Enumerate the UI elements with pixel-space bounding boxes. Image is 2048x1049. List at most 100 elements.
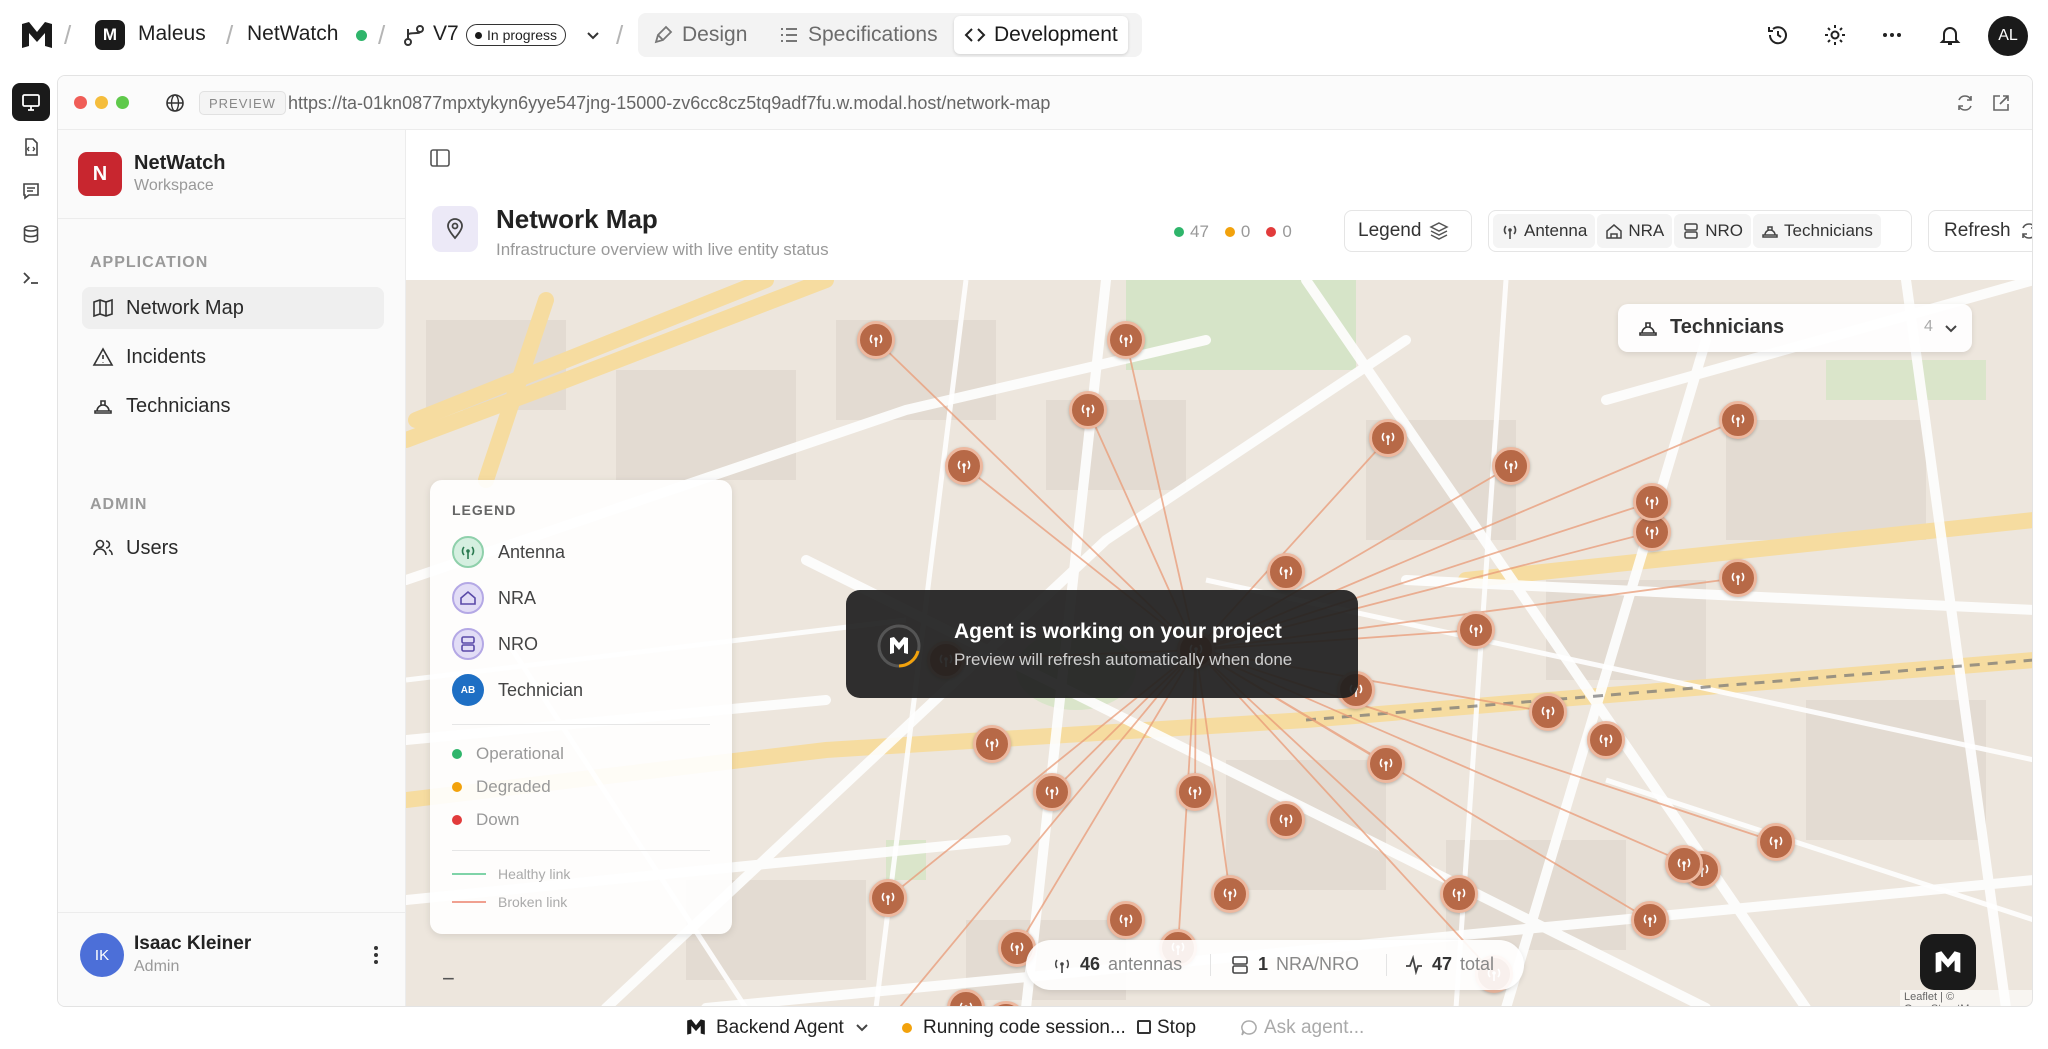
code-icon xyxy=(964,28,986,42)
user-name: Isaac Kleiner xyxy=(134,933,252,954)
stat-nra-nro: 1 NRA/NRO xyxy=(1230,954,1359,975)
stat-total: 47 total xyxy=(1404,954,1494,975)
status-dot xyxy=(452,749,462,759)
filter-nra[interactable]: NRA xyxy=(1597,214,1673,248)
hard-hat-icon xyxy=(1638,318,1658,338)
window-minimize-dot[interactable] xyxy=(95,96,108,109)
divider xyxy=(1210,954,1211,976)
server-icon xyxy=(452,628,484,660)
filter-nro[interactable]: NRO xyxy=(1674,214,1752,248)
notification-bell-icon[interactable] xyxy=(1933,18,1967,52)
technicians-count: 4 xyxy=(1924,318,1933,335)
antenna-icon xyxy=(1054,959,1070,973)
version-label[interactable]: V7 xyxy=(433,22,459,46)
window-maximize-dot[interactable] xyxy=(116,96,129,109)
toast-subtitle: Preview will refresh automatically when … xyxy=(954,650,1293,669)
user-avatar[interactable]: AL xyxy=(1988,16,2028,56)
settings-gear-icon[interactable] xyxy=(1818,18,1852,52)
chevron-down-icon[interactable] xyxy=(854,1019,870,1035)
stop-button[interactable]: Stop xyxy=(1157,1017,1196,1039)
map-attribution[interactable]: Leaflet | © OpenStreetMap xyxy=(1900,990,2032,1006)
running-status-dot xyxy=(902,1023,912,1033)
divider xyxy=(452,724,710,725)
tab-design[interactable]: Design xyxy=(642,16,757,54)
history-icon[interactable] xyxy=(1761,18,1795,52)
version-status-text: In progress xyxy=(487,27,558,43)
legend-title: LEGEND xyxy=(452,502,517,518)
more-vertical-icon[interactable] xyxy=(366,943,386,967)
project-status-dot xyxy=(356,30,367,41)
sidebar-item-label: Incidents xyxy=(126,345,207,368)
tab-development[interactable]: Development xyxy=(954,16,1128,54)
list-icon xyxy=(781,28,797,42)
tab-specifications[interactable]: Specifications xyxy=(768,16,948,54)
agent-fab-logo-icon[interactable] xyxy=(1920,934,1976,990)
app-logo[interactable]: N xyxy=(78,152,122,196)
refresh-icon[interactable] xyxy=(1954,92,1976,114)
ask-agent-input[interactable]: Ask agent... xyxy=(1264,1017,1364,1039)
status-dot xyxy=(452,815,462,825)
preview-monitor-icon[interactable] xyxy=(12,83,50,121)
workspace-name[interactable]: Maleus xyxy=(138,22,206,46)
code-file-icon[interactable] xyxy=(12,128,50,166)
refresh-button[interactable]: Refresh xyxy=(1928,210,2032,252)
project-name[interactable]: NetWatch xyxy=(247,22,338,46)
legend-link-broken: Broken link xyxy=(452,894,567,910)
filter-antenna[interactable]: Antenna xyxy=(1493,214,1596,248)
database-icon[interactable] xyxy=(12,215,50,253)
window-close-dot[interactable] xyxy=(74,96,87,109)
zoom-out-button[interactable]: − xyxy=(442,966,455,992)
filter-label: Technicians xyxy=(1784,221,1873,240)
sidebar-toggle-icon[interactable] xyxy=(428,146,452,170)
sidebar-item-incidents[interactable]: Incidents xyxy=(82,336,384,378)
chevron-down-icon[interactable] xyxy=(1942,319,1960,337)
antennas-label: antennas xyxy=(1108,954,1183,974)
chevron-down-icon[interactable] xyxy=(584,26,602,44)
legend-status-degraded: Degraded xyxy=(452,777,551,797)
user-avatar[interactable]: IK xyxy=(80,933,124,977)
sidebar-item-network-map[interactable]: Network Map xyxy=(82,287,384,329)
breadcrumb-separator: / xyxy=(64,20,72,50)
technicians-panel[interactable]: Technicians 4 xyxy=(1618,304,1972,352)
degraded-dot xyxy=(1224,227,1235,237)
antenna-icon xyxy=(452,536,484,568)
agent-bar: Backend Agent Running code session... St… xyxy=(0,1007,2048,1049)
antenna-icon xyxy=(1503,225,1517,239)
terminal-icon[interactable] xyxy=(12,259,50,297)
server-icon xyxy=(1232,955,1248,974)
pen-tool-icon xyxy=(654,25,673,44)
workspace-avatar[interactable]: M xyxy=(95,20,125,50)
operational-count: 47 xyxy=(1190,222,1209,241)
status-counts: 47 0 0 xyxy=(1174,222,1292,242)
sidebar-item-label: Technicians xyxy=(126,394,231,417)
top-bar: / M Maleus / NetWatch / V7 In progress /… xyxy=(0,0,2048,72)
page-header: Network Map Infrastructure overview with… xyxy=(406,130,2032,290)
preview-url[interactable]: https://ta-01kn0877mpxtykyn6yye547jng-15… xyxy=(288,93,1050,114)
warning-triangle-icon xyxy=(92,347,114,366)
external-link-icon[interactable] xyxy=(1990,92,2012,114)
building-icon xyxy=(1606,224,1623,239)
sidebar-item-technicians[interactable]: Technicians xyxy=(82,385,384,427)
network-map[interactable]: LEGEND Antenna NRA NRO AB Technician Ope… xyxy=(406,280,2032,1006)
degraded-count: 0 xyxy=(1240,222,1251,241)
sidebar-item-label: Network Map xyxy=(126,296,244,319)
status-dot xyxy=(475,32,482,39)
filter-technicians[interactable]: Technicians xyxy=(1753,214,1881,248)
more-horizontal-icon[interactable] xyxy=(1875,18,1909,52)
sidebar-item-label: Users xyxy=(126,536,179,559)
building-icon xyxy=(452,582,484,614)
legend-label: Healthy link xyxy=(498,866,571,882)
current-user: IK Isaac Kleiner Admin xyxy=(58,912,406,1000)
refresh-icon xyxy=(2021,223,2032,239)
app-sidebar: N NetWatch Workspace APPLICATION Network… xyxy=(58,130,406,1006)
sidebar-item-users[interactable]: Users xyxy=(82,527,384,569)
agent-selector[interactable]: Backend Agent xyxy=(716,1017,844,1039)
layers-icon xyxy=(1429,222,1450,240)
map-legend: LEGEND Antenna NRA NRO AB Technician Ope… xyxy=(430,480,732,934)
divider xyxy=(452,850,710,851)
maleus-logo-icon[interactable] xyxy=(20,20,54,50)
legend-button[interactable]: Legend xyxy=(1344,210,1472,252)
activity-pulse-icon xyxy=(1406,954,1422,975)
chat-message-icon[interactable] xyxy=(12,172,50,210)
legend-label: NRA xyxy=(498,587,537,608)
